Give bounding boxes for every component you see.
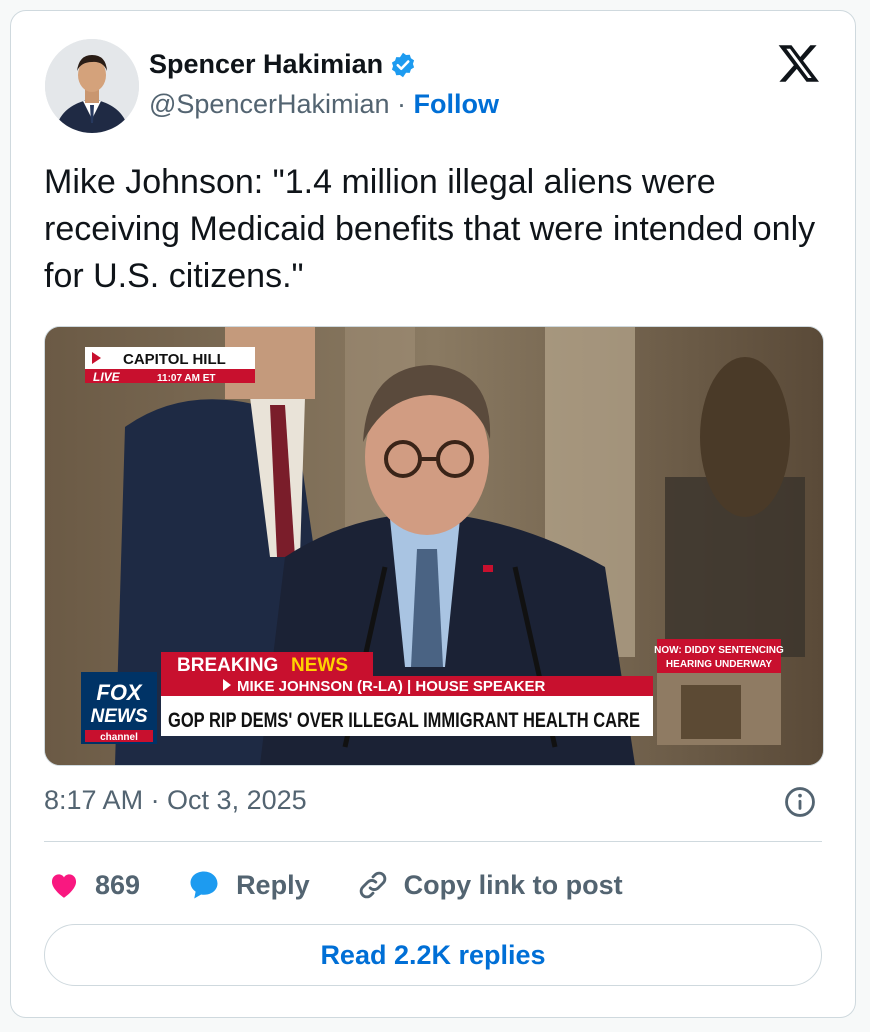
follow-button[interactable]: Follow xyxy=(414,89,499,119)
author-handle[interactable]: @SpencerHakimian xyxy=(149,89,390,119)
tweet-media-video-frame[interactable]: CAPITOL HILL LIVE 11:07 AM ET NOW: DIDDY… xyxy=(44,326,824,766)
x-logo-icon[interactable] xyxy=(777,41,821,85)
copy-link-button[interactable]: Copy link to post xyxy=(356,868,623,902)
tweet-timestamp[interactable]: 8:17 AM · Oct 3, 2025 xyxy=(44,785,307,816)
headline: GOP RIP DEMS' OVER ILLEGAL IMMIGRANT HEA… xyxy=(168,709,640,732)
reply-label: Reply xyxy=(236,869,310,900)
action-bar: 869 Reply Copy link to post xyxy=(47,863,669,907)
author-name[interactable]: Spencer Hakimian xyxy=(149,49,383,80)
live-badge: LIVE xyxy=(93,370,121,384)
tweet-text: Mike Johnson: "1.4 million illegal alien… xyxy=(44,163,816,295)
info-icon[interactable] xyxy=(783,785,817,819)
heart-icon xyxy=(51,874,77,898)
location-label: CAPITOL HILL xyxy=(123,351,226,368)
link-icon xyxy=(359,871,386,899)
like-count: 869 xyxy=(95,869,141,900)
avatar[interactable] xyxy=(45,39,139,133)
speaker-line: MIKE JOHNSON (R-LA) | HOUSE SPEAKER xyxy=(237,678,546,695)
verified-badge-icon xyxy=(392,52,415,77)
like-button[interactable]: 869 xyxy=(47,868,140,902)
side-line-2: HEARING UNDERWAY xyxy=(666,659,772,670)
news-word: NEWS xyxy=(291,655,348,676)
side-line-1: NOW: DIDDY SENTENCING xyxy=(654,645,784,656)
copy-link-label: Copy link to post xyxy=(403,869,623,900)
breaking-word: BREAKING xyxy=(177,655,278,676)
reply-bubble-icon xyxy=(190,871,218,899)
logo-news: NEWS xyxy=(91,706,148,727)
read-replies-button[interactable]: Read 2.2K replies xyxy=(44,924,822,986)
handle-separator: · xyxy=(397,89,407,119)
live-time: 11:07 AM ET xyxy=(157,373,216,384)
reply-button[interactable]: Reply xyxy=(186,867,310,903)
tweet-card: Spencer Hakimian @SpencerHakimian · Foll… xyxy=(10,10,856,1018)
logo-channel: channel xyxy=(100,732,138,743)
logo-fox: FOX xyxy=(96,680,143,705)
divider xyxy=(44,841,822,842)
